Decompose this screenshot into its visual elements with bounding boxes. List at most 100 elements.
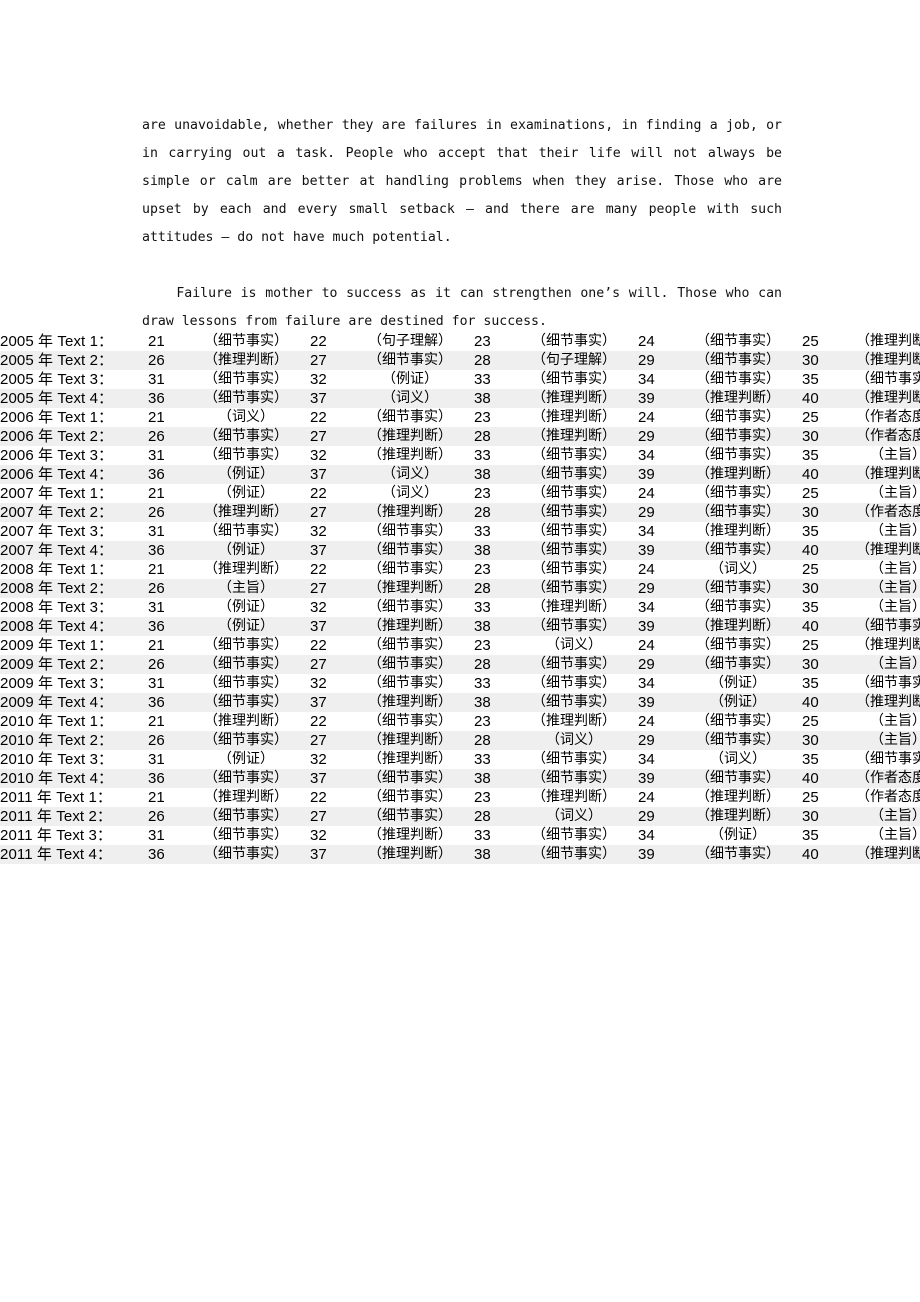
- question-number: 24: [638, 409, 655, 426]
- row-label: 2009 年 Text 3：: [0, 675, 114, 692]
- row-label: 2005 年 Text 2：: [0, 352, 114, 369]
- question-number: 36: [148, 542, 165, 559]
- row-label: 2010 年 Text 4：: [0, 770, 114, 787]
- question-type: （细节事实）: [532, 580, 616, 596]
- question-number: 34: [638, 447, 655, 464]
- question-type: （细节事实）: [696, 428, 780, 444]
- table-row: 2007 年 Text 4： 36 （例证） 37 （细节事实） 38 （细节事实） 39 （细…: [0, 541, 920, 560]
- question-type: （细节事实）: [368, 789, 452, 805]
- question-number: 40: [802, 770, 819, 787]
- question-number: 27: [310, 808, 327, 825]
- question-number: 23: [474, 333, 491, 350]
- question-type: （主旨）: [870, 599, 920, 615]
- question-number: 40: [802, 618, 819, 635]
- question-type: （细节事实）: [696, 732, 780, 748]
- answer-key-table-body: 2005 年 Text 1： 21 （细节事实） 22 （句子理解） 23 （细节事实） 24…: [0, 332, 920, 864]
- question-type: （细节事实）: [204, 447, 288, 463]
- question-type: （细节事实）: [368, 808, 452, 824]
- question-number: 22: [310, 789, 327, 806]
- question-type: （细节事实）: [368, 561, 452, 577]
- question-number: 28: [474, 428, 491, 445]
- question-type: （细节事实）: [532, 466, 616, 482]
- table-row: 2011 年 Text 2： 26 （细节事实） 27 （细节事实） 28 （词义） 29 （推…: [0, 807, 920, 826]
- question-type: （词义）: [218, 409, 274, 425]
- question-type: （推理判断）: [368, 846, 452, 862]
- question-type: （推理判断）: [368, 827, 452, 843]
- question-number: 23: [474, 409, 491, 426]
- question-type: （细节事实）: [696, 580, 780, 596]
- question-type: （词义）: [546, 637, 602, 653]
- question-type: （细节事实）: [696, 447, 780, 463]
- question-number: 38: [474, 542, 491, 559]
- question-type: （推理判断）: [204, 352, 288, 368]
- question-type: （细节事实）: [204, 390, 288, 406]
- question-type: （推理判断）: [856, 466, 920, 482]
- question-number: 21: [148, 713, 165, 730]
- table-row: 2006 年 Text 4： 36 （例证） 37 （词义） 38 （细节事实） 39 （推理判…: [0, 465, 920, 484]
- question-type: （句子理解）: [532, 352, 616, 368]
- question-type: （推理判断）: [368, 447, 452, 463]
- question-type: （推理判断）: [696, 789, 780, 805]
- question-type: （细节事实）: [856, 675, 920, 691]
- question-type: （细节事实）: [696, 656, 780, 672]
- question-number: 37: [310, 846, 327, 863]
- paragraph-continuation: are unavoidable, whether they are failur…: [142, 118, 782, 245]
- question-number: 23: [474, 485, 491, 502]
- question-number: 25: [802, 713, 819, 730]
- question-type: （推理判断）: [532, 390, 616, 406]
- question-number: 21: [148, 485, 165, 502]
- question-number: 25: [802, 637, 819, 654]
- row-label: 2010 年 Text 1：: [0, 713, 114, 730]
- question-type: （细节事实）: [368, 352, 452, 368]
- question-number: 26: [148, 656, 165, 673]
- question-number: 40: [802, 846, 819, 863]
- question-type: （细节事实）: [696, 846, 780, 862]
- question-number: 28: [474, 656, 491, 673]
- question-type: （细节事实）: [204, 637, 288, 653]
- question-type: （推理判断）: [856, 637, 920, 653]
- question-number: 27: [310, 428, 327, 445]
- question-number: 29: [638, 808, 655, 825]
- question-number: 31: [148, 827, 165, 844]
- question-number: 35: [802, 675, 819, 692]
- question-number: 26: [148, 352, 165, 369]
- question-type: （推理判断）: [368, 428, 452, 444]
- prose-block: are unavoidable, whether they are failur…: [142, 112, 782, 336]
- row-label: 2008 年 Text 3：: [0, 599, 114, 616]
- question-number: 24: [638, 485, 655, 502]
- row-label: 2009 年 Text 2：: [0, 656, 114, 673]
- question-number: 24: [638, 561, 655, 578]
- question-type: （推理判断）: [856, 390, 920, 406]
- question-type: （细节事实）: [204, 808, 288, 824]
- question-number: 39: [638, 846, 655, 863]
- question-number: 30: [802, 656, 819, 673]
- question-type: （细节事实）: [696, 352, 780, 368]
- question-type: （细节事实）: [532, 371, 616, 387]
- question-number: 23: [474, 561, 491, 578]
- question-number: 39: [638, 770, 655, 787]
- question-number: 35: [802, 599, 819, 616]
- question-type: （细节事实）: [204, 694, 288, 710]
- question-type: （推理判断）: [204, 504, 288, 520]
- question-number: 32: [310, 371, 327, 388]
- question-type: （推理判断）: [204, 789, 288, 805]
- question-number: 38: [474, 846, 491, 863]
- question-number: 22: [310, 485, 327, 502]
- question-type: （推理判断）: [856, 352, 920, 368]
- question-type: （例证）: [382, 371, 438, 387]
- question-type: （推理判断）: [856, 694, 920, 710]
- question-number: 22: [310, 713, 327, 730]
- question-number: 32: [310, 675, 327, 692]
- question-number: 30: [802, 732, 819, 749]
- table-row: 2005 年 Text 1： 21 （细节事实） 22 （句子理解） 23 （细节事实） 24…: [0, 332, 920, 351]
- question-number: 22: [310, 409, 327, 426]
- question-type: （细节事实）: [368, 637, 452, 653]
- question-number: 26: [148, 808, 165, 825]
- question-type: （词义）: [546, 732, 602, 748]
- question-type: （细节事实）: [204, 732, 288, 748]
- question-type: （细节事实）: [204, 846, 288, 862]
- question-number: 31: [148, 447, 165, 464]
- row-label: 2008 年 Text 1：: [0, 561, 114, 578]
- question-number: 26: [148, 428, 165, 445]
- question-number: 22: [310, 637, 327, 654]
